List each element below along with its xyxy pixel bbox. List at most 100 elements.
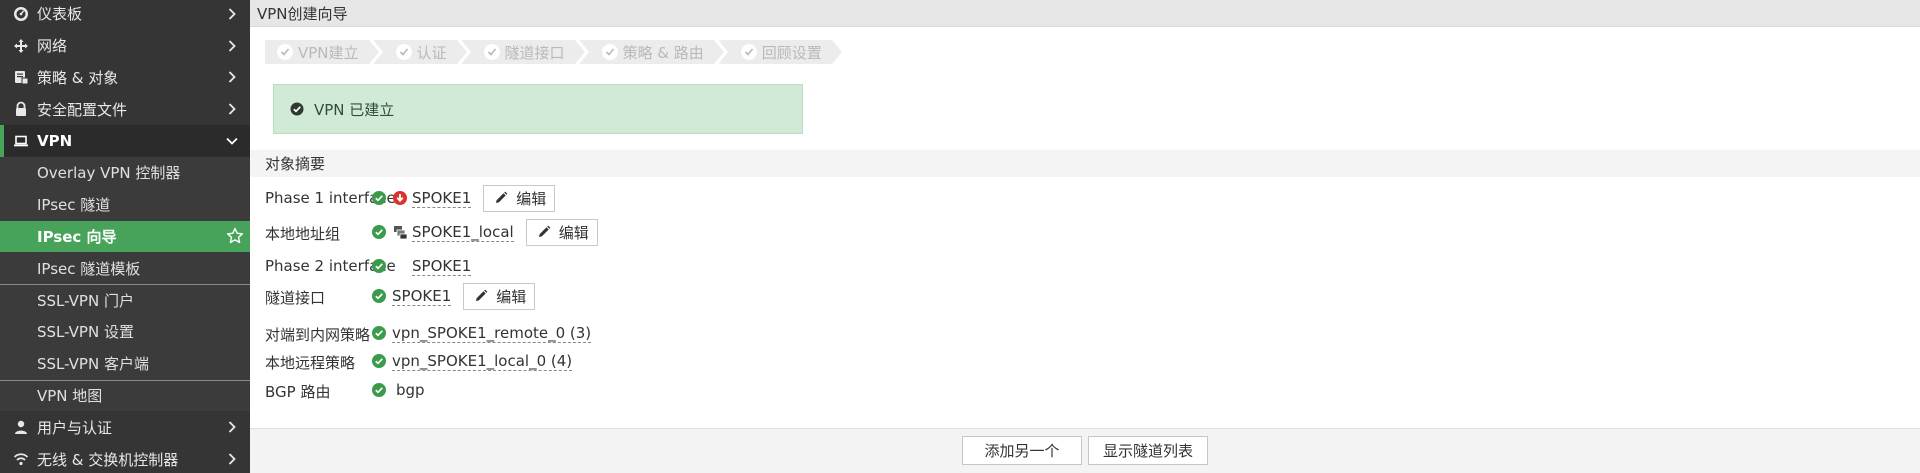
- summary-row: 隧道接口 SPOKE1 编辑: [250, 282, 1920, 310]
- check-icon: [740, 44, 757, 60]
- wizard-step: 回顾设置: [717, 40, 842, 64]
- sidebar-item-label: VPN: [37, 132, 73, 151]
- ok-check-icon: [372, 289, 386, 303]
- summary-row-label: 隧道接口: [265, 289, 326, 307]
- object-link[interactable]: SPOKE1: [392, 287, 452, 306]
- sidebar-item-label: 安全配置文件: [37, 100, 128, 119]
- chevron-right-icon: [226, 71, 238, 84]
- wifi-icon: [12, 450, 30, 468]
- summary-row: BGP 路由 bgp: [250, 376, 1920, 404]
- wizard-step: 隧道接口: [460, 40, 585, 64]
- wizard-step: 策略 & 路由: [578, 40, 725, 64]
- edit-button-label: 编辑: [558, 223, 589, 242]
- sidebar-item-label: 仪表板: [37, 5, 83, 24]
- check-icon: [277, 44, 293, 60]
- summary-row-label: 本地远程策略: [265, 354, 356, 372]
- page-title: VPN创建向导: [250, 0, 1920, 27]
- wizard-step-label: 隧道接口: [504, 43, 565, 62]
- ok-check-icon: [372, 191, 386, 205]
- wizard-footer: 添加另一个 显示隧道列表: [250, 428, 1920, 473]
- wizard-step-label: 策略 & 路由: [622, 43, 704, 62]
- sidebar-item-security-profiles[interactable]: 安全配置文件: [0, 93, 250, 125]
- chevron-right-icon: [226, 421, 238, 433]
- ok-check-icon: [372, 259, 386, 273]
- edit-button[interactable]: 编辑: [483, 184, 556, 212]
- check-circle-icon: [290, 102, 304, 116]
- sidebar-item-label: 策略 & 对象: [37, 68, 119, 87]
- summary-row-value: SPOKE1: [372, 254, 472, 278]
- pencil-icon: [538, 225, 551, 237]
- chevron-down-icon: [226, 135, 238, 147]
- network-arrows-icon: [12, 37, 30, 55]
- chevron-right-icon: [226, 8, 238, 20]
- wizard-step-label: VPN建立: [298, 43, 359, 62]
- summary-row: Phase 1 interface SPOKE1 编辑: [250, 184, 1920, 212]
- sidebar-subitem-ssl-vpn-portals[interactable]: SSL-VPN 门户: [0, 284, 250, 316]
- favorite-star-icon[interactable]: [226, 227, 244, 245]
- summary-row: 对端到内网策略 vpn_SPOKE1_remote_0 (3): [250, 319, 1920, 347]
- main-panel: VPN创建向导 VPN建立 认证 隧道接口 策略 & 路由 回顾设置 VPN 已…: [250, 0, 1920, 473]
- user-icon: [12, 418, 30, 436]
- dashboard-icon: [12, 5, 30, 23]
- wizard-step-label: 认证: [416, 43, 447, 62]
- edit-button-label: 编辑: [496, 287, 527, 306]
- summary-row-value: vpn_SPOKE1_remote_0 (3): [372, 321, 592, 345]
- sidebar-subitem-ssl-vpn-settings[interactable]: SSL-VPN 设置: [0, 315, 250, 348]
- edit-button[interactable]: 编辑: [525, 218, 598, 246]
- summary-row-value: vpn_SPOKE1_local_0 (4): [372, 349, 573, 373]
- summary-row: 本地远程策略 vpn_SPOKE1_local_0 (4): [250, 347, 1920, 375]
- policy-icon: [12, 68, 30, 86]
- pencil-icon: [476, 289, 488, 301]
- object-link[interactable]: vpn_SPOKE1_local_0 (4): [392, 352, 573, 371]
- ok-check-icon: [372, 225, 386, 239]
- sidebar-item-vpn[interactable]: VPN: [0, 125, 250, 157]
- interface-down-icon: [392, 190, 408, 206]
- success-banner: VPN 已建立: [273, 84, 803, 134]
- sidebar-item-network[interactable]: 网络: [0, 30, 250, 62]
- summary-row: 本地地址组 SPOKE1_local 编辑: [250, 218, 1920, 246]
- summary-heading: 对象摘要: [250, 150, 1920, 177]
- sidebar-subitem-ipsec-tunnels[interactable]: IPsec 隧道: [0, 188, 250, 221]
- chevron-right-icon: [226, 103, 238, 115]
- edit-button[interactable]: 编辑: [463, 282, 536, 310]
- summary-row-value: SPOKE1_local 编辑: [372, 218, 598, 246]
- lock-icon: [12, 100, 30, 118]
- edit-button-label: 编辑: [516, 189, 547, 208]
- active-marker: [0, 125, 4, 157]
- object-link[interactable]: vpn_SPOKE1_remote_0 (3): [392, 324, 592, 343]
- ok-check-icon: [372, 383, 386, 397]
- summary-row-value: bgp: [372, 378, 425, 402]
- object-link[interactable]: SPOKE1_local: [412, 223, 514, 242]
- sidebar-subitem-overlay-vpn[interactable]: Overlay VPN 控制器: [0, 156, 250, 189]
- wizard-steps: VPN建立 认证 隧道接口 策略 & 路由 回顾设置: [265, 40, 842, 64]
- sidebar-subitem-label: IPsec 向导: [37, 227, 117, 246]
- sidebar-item-wifi-switch[interactable]: 无线 & 交换机控制器: [0, 443, 250, 473]
- object-link[interactable]: SPOKE1: [412, 257, 472, 276]
- summary-row-label: 对端到内网策略: [265, 326, 371, 344]
- summary-row-label: BGP 路由: [265, 383, 331, 401]
- sidebar-item-label: 网络: [37, 37, 68, 56]
- sidebar-item-label: 用户与认证: [37, 418, 113, 437]
- summary-row-label: 本地地址组: [265, 225, 341, 243]
- pencil-icon: [496, 191, 508, 203]
- wizard-step: 认证: [372, 40, 467, 64]
- sidebar-subitem-vpn-map[interactable]: VPN 地图: [0, 379, 250, 412]
- sidebar-item-label: 无线 & 交换机控制器: [37, 450, 179, 469]
- check-icon: [483, 44, 500, 60]
- object-link[interactable]: SPOKE1: [412, 189, 472, 208]
- ok-check-icon: [372, 326, 386, 340]
- show-tunnel-list-button[interactable]: 显示隧道列表: [1088, 436, 1208, 465]
- wizard-content: VPN建立 认证 隧道接口 策略 & 路由 回顾设置 VPN 已建立 对象摘要 …: [250, 27, 1920, 428]
- sidebar: 仪表板 网络 策略 & 对象 安全配置文件 VPN Overlay VPN 控制…: [0, 0, 250, 473]
- sidebar-item-user-auth[interactable]: 用户与认证: [0, 411, 250, 443]
- add-another-button[interactable]: 添加另一个: [962, 436, 1082, 465]
- sidebar-item-dashboard[interactable]: 仪表板: [0, 0, 250, 30]
- sidebar-subitem-ipsec-templates[interactable]: IPsec 隧道模板: [0, 252, 250, 285]
- sidebar-subitem-ssl-vpn-clients[interactable]: SSL-VPN 客户端: [0, 347, 250, 380]
- sidebar-item-policy-objects[interactable]: 策略 & 对象: [0, 62, 250, 94]
- sidebar-subitem-ipsec-wizard[interactable]: IPsec 向导: [0, 220, 250, 253]
- ok-check-icon: [372, 354, 386, 368]
- wizard-step: VPN建立: [265, 40, 379, 64]
- check-icon: [395, 44, 412, 60]
